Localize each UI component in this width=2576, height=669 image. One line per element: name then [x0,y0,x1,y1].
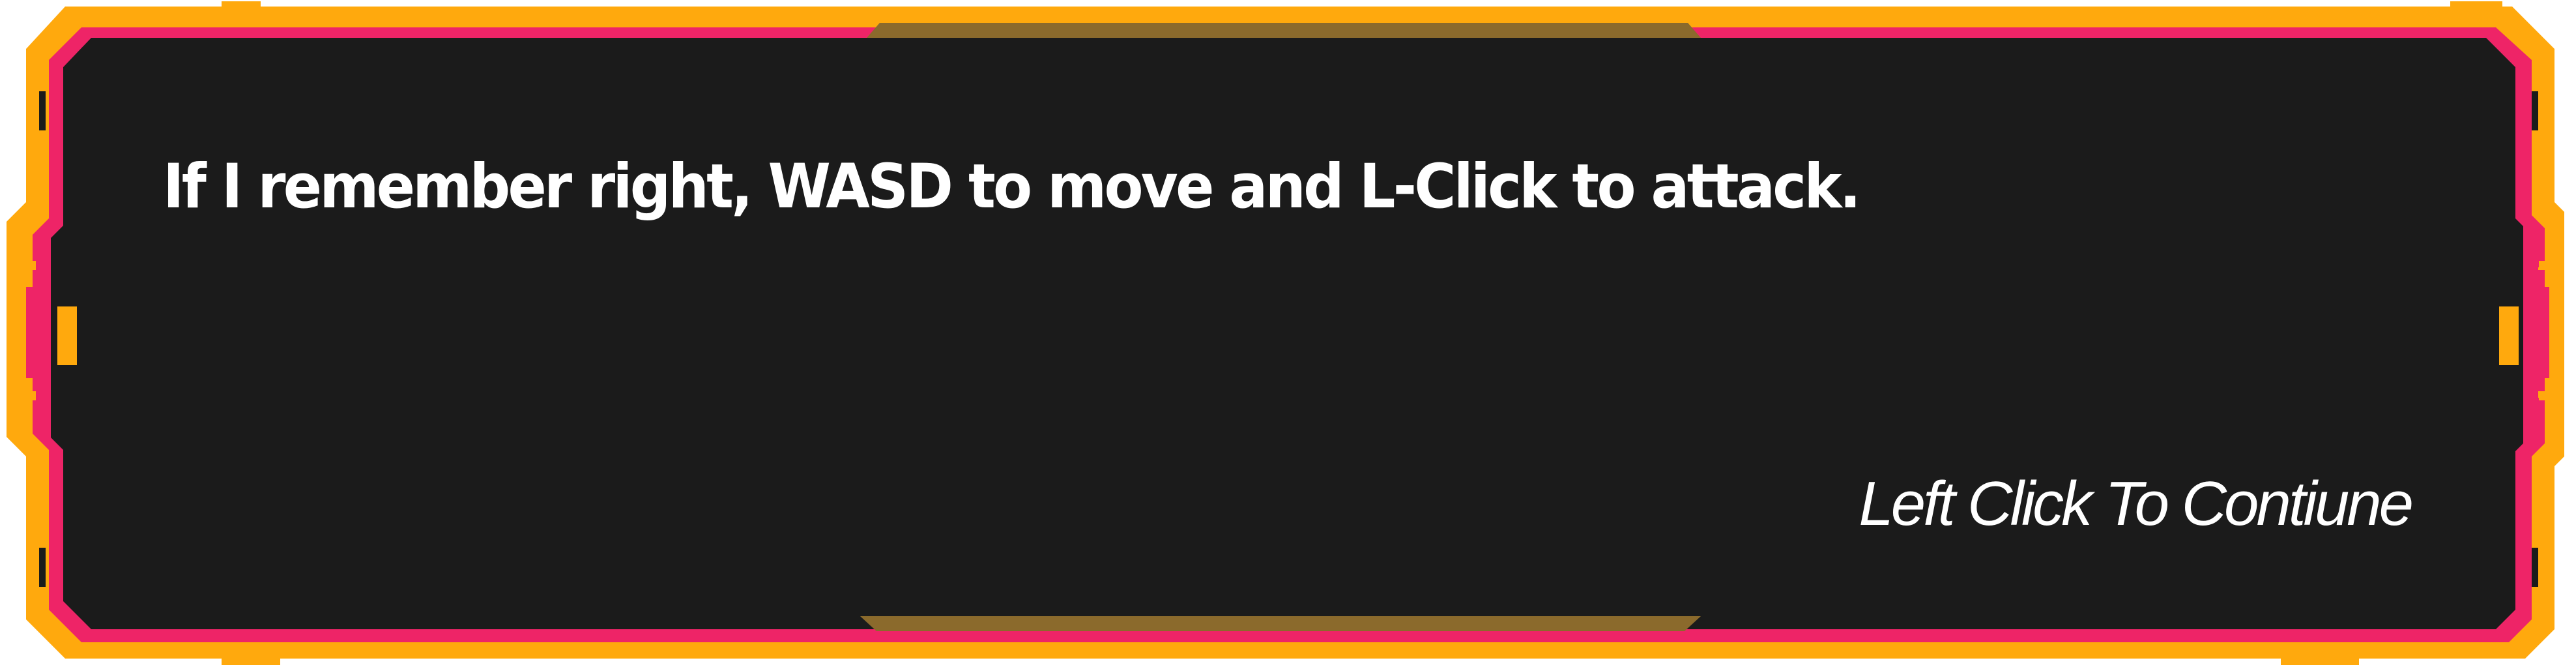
dialog-message: If I remember right, WASD to move and L-… [163,151,1861,222]
bottom-accent-bar [860,616,1701,631]
top-accent-bar [867,23,1701,38]
continue-prompt[interactable]: Left Click To Contiune [1859,465,2414,543]
dialog-box[interactable]: If I remember right, WASD to move and L-… [0,0,2576,669]
dialog-frame-art [7,1,2564,665]
